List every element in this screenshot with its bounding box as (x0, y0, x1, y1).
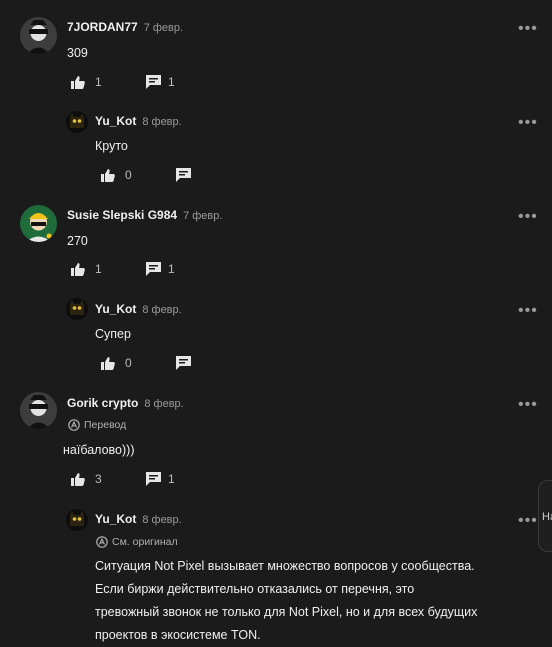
see-original-toggle[interactable]: См. оригинал (96, 536, 178, 548)
author-name[interactable]: Yu_Kot (95, 302, 136, 316)
reply-count: 1 (168, 262, 175, 276)
cat-icon (66, 298, 88, 320)
reply-button[interactable] (176, 356, 191, 370)
comment-text: Круто (95, 139, 128, 153)
comment-date: 8 февр. (142, 304, 182, 316)
comment-icon (146, 472, 161, 486)
reply-count: 1 (168, 75, 175, 89)
see-original-label[interactable]: См. оригинал (112, 536, 178, 548)
comment-icon (176, 168, 191, 182)
comment-text-line: Если биржи действительно отказались от п… (95, 582, 415, 596)
user-avatar[interactable] (20, 205, 57, 242)
thumbs-up-icon (101, 356, 115, 370)
comment-date: 8 февр. (144, 398, 184, 410)
like-count: 1 (95, 75, 102, 89)
author-name[interactable]: Susie Slepski G984 (67, 208, 177, 222)
like-button[interactable]: 0 (101, 168, 132, 182)
like-count: 0 (125, 168, 132, 182)
author-name[interactable]: Gorik crypto (67, 396, 138, 410)
robber-mask-icon (20, 17, 57, 54)
comment-icon (146, 262, 161, 276)
comment-date: 7 февр. (183, 210, 223, 222)
comment-date: 7 февр. (143, 22, 184, 34)
reply-button[interactable]: 1 (146, 472, 175, 486)
comment-text-line: Ситуация Not Pixel вызывает множество во… (95, 559, 475, 573)
comment-icon (146, 75, 161, 89)
translate-icon (68, 419, 80, 431)
comment-icon (176, 356, 191, 370)
like-button[interactable]: 3 (71, 472, 102, 486)
comment-text-line: проектов в экосистеме TON. (95, 628, 261, 642)
thumbs-up-icon (71, 75, 85, 89)
more-options-button[interactable]: ••• (518, 21, 538, 37)
like-count: 3 (95, 472, 102, 486)
user-avatar[interactable] (20, 17, 57, 54)
more-options-button[interactable]: ••• (518, 303, 538, 319)
like-button[interactable]: 1 (71, 75, 102, 89)
comment-text: наїбалово))) (63, 443, 135, 457)
side-panel-label[interactable]: На (542, 511, 552, 523)
comment-date: 8 февр. (142, 116, 182, 128)
like-button[interactable]: 0 (101, 356, 132, 370)
like-count: 1 (95, 262, 102, 276)
user-avatar[interactable] (20, 392, 57, 429)
like-count: 0 (125, 356, 132, 370)
like-button[interactable]: 1 (71, 262, 102, 276)
more-options-button[interactable]: ••• (518, 513, 538, 529)
reply-count: 1 (168, 472, 175, 486)
robber-mask-icon (20, 392, 57, 429)
comment-author[interactable]: Yu_Kot 8 февр. (95, 302, 182, 316)
comment-author[interactable]: Gorik crypto 8 февр. (67, 396, 184, 410)
reply-button[interactable]: 1 (146, 262, 175, 276)
cat-icon (66, 111, 88, 133)
more-options-button[interactable]: ••• (518, 397, 538, 413)
thumbs-up-icon (101, 168, 115, 182)
comment-author[interactable]: 7JORDAN77 7 февр. (67, 20, 183, 34)
comment-author[interactable]: Yu_Kot 8 февр. (95, 512, 182, 526)
thumbs-up-icon (71, 472, 85, 486)
translate-toggle[interactable]: Перевод (68, 419, 126, 431)
thumbs-up-icon (71, 262, 85, 276)
comment-author[interactable]: Susie Slepski G984 7 февр. (67, 208, 222, 222)
author-name[interactable]: 7JORDAN77 (67, 20, 138, 34)
comment-text: Супер (95, 327, 131, 341)
comment-text: Ситуация Not Pixel вызывает множество во… (95, 555, 477, 647)
user-avatar[interactable] (66, 509, 88, 531)
author-name[interactable]: Yu_Kot (95, 114, 136, 128)
cat-icon (66, 509, 88, 531)
reply-button[interactable]: 1 (146, 75, 175, 89)
comment-date: 8 февр. (142, 514, 182, 526)
more-options-button[interactable]: ••• (518, 209, 538, 225)
translate-label[interactable]: Перевод (84, 419, 126, 431)
reply-button[interactable] (176, 168, 191, 182)
comment-author[interactable]: Yu_Kot 8 февр. (95, 114, 182, 128)
comment-text: 309 (67, 46, 88, 60)
user-avatar[interactable] (66, 298, 88, 320)
user-avatar[interactable] (66, 111, 88, 133)
comment-text: 270 (67, 234, 88, 248)
more-options-button[interactable]: ••• (518, 115, 538, 131)
helmet-icon (20, 205, 57, 242)
comment-text-line: тревожный звонок не только для Not Pixel… (95, 605, 478, 619)
author-name[interactable]: Yu_Kot (95, 512, 136, 526)
translate-icon (96, 536, 108, 548)
